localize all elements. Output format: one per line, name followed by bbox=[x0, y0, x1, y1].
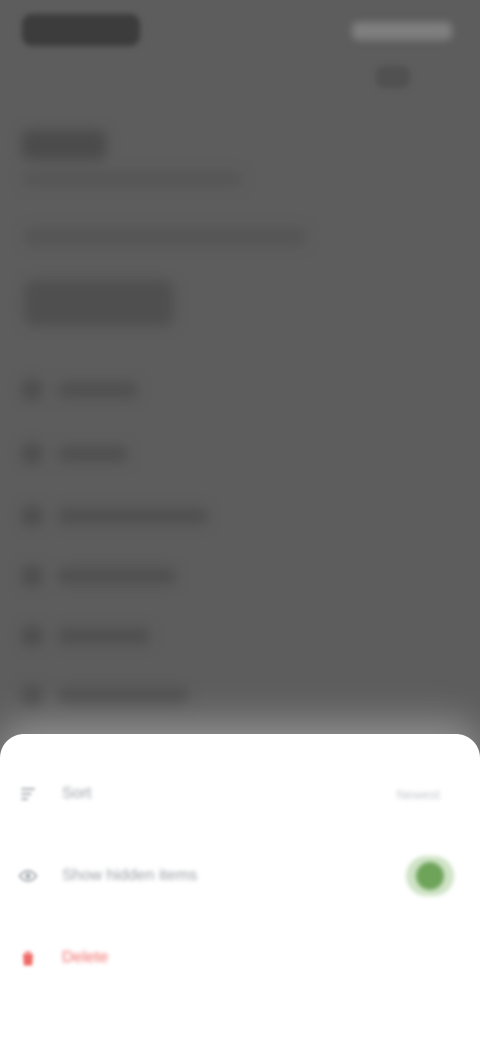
row-icon bbox=[22, 626, 42, 646]
status-icons bbox=[352, 22, 452, 40]
row-label bbox=[58, 688, 188, 704]
sheet-item-label: Delete bbox=[62, 949, 109, 966]
background-row[interactable] bbox=[22, 498, 208, 534]
sheet-item-sort[interactable]: Sort Newest bbox=[16, 764, 464, 824]
page-subtitle bbox=[22, 172, 242, 186]
background-row[interactable] bbox=[22, 372, 138, 408]
row-icon bbox=[22, 380, 42, 400]
row-label bbox=[58, 508, 208, 524]
row-icon bbox=[22, 686, 42, 706]
row-label bbox=[58, 446, 128, 462]
sheet-item-label: Show hidden items bbox=[62, 867, 198, 884]
row-label bbox=[58, 382, 138, 398]
row-icon bbox=[22, 444, 42, 464]
background-row[interactable] bbox=[22, 558, 176, 594]
top-action-icon[interactable] bbox=[376, 66, 410, 88]
background-row[interactable] bbox=[22, 618, 150, 654]
sheet-item-label: Sort bbox=[62, 785, 92, 802]
page-meta bbox=[24, 228, 306, 246]
sheet-item-delete[interactable]: Delete bbox=[16, 928, 464, 988]
bottom-sheet: Sort Newest Show hidden items Delete bbox=[0, 734, 480, 1040]
blurred-background-content bbox=[0, 100, 480, 710]
sheet-item-value: Newest bbox=[396, 786, 440, 802]
status-bar bbox=[0, 0, 480, 60]
background-row[interactable] bbox=[22, 678, 188, 714]
sheet-item-show-hidden[interactable]: Show hidden items bbox=[16, 846, 464, 906]
row-icon bbox=[22, 566, 42, 586]
page-title bbox=[22, 130, 106, 160]
show-hidden-toggle[interactable] bbox=[406, 856, 454, 896]
background-row[interactable] bbox=[22, 436, 128, 472]
status-time bbox=[22, 14, 140, 46]
screen: Sort Newest Show hidden items Delete bbox=[0, 0, 480, 1040]
row-label bbox=[58, 628, 150, 644]
row-icon bbox=[22, 506, 42, 526]
trash-icon bbox=[16, 946, 40, 970]
eye-icon bbox=[16, 864, 40, 888]
toggle-knob bbox=[416, 862, 444, 890]
sort-icon bbox=[16, 782, 40, 806]
row-label bbox=[58, 568, 176, 584]
summary-card[interactable] bbox=[24, 280, 174, 326]
